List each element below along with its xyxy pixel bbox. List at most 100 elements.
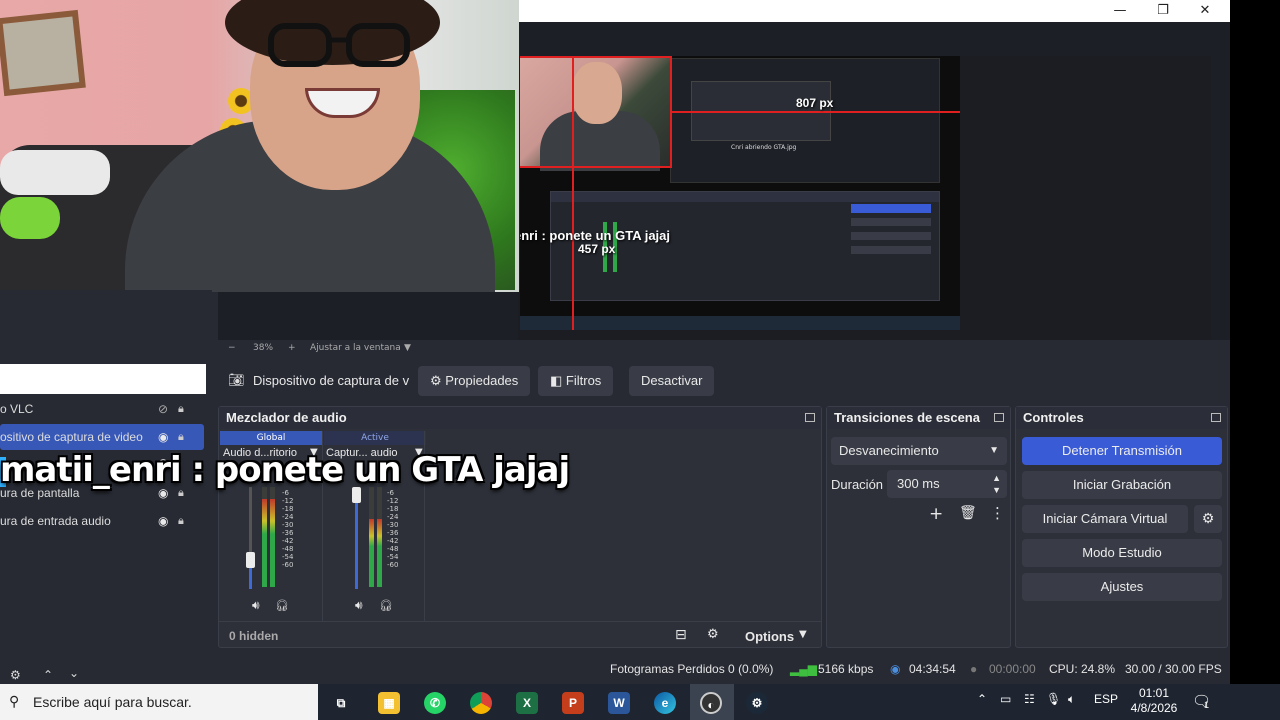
- audio-meter-level: [377, 519, 382, 587]
- preview-face: [572, 62, 622, 124]
- trash-icon[interactable]: 🗑︎: [959, 505, 977, 521]
- duration-input[interactable]: 300 ms ▲ ▼: [887, 470, 1007, 498]
- fit-window-option[interactable]: Ajustar a la ventana: [310, 343, 401, 353]
- chevron-down-icon[interactable]: ⌄: [69, 666, 79, 680]
- excel-icon[interactable]: X: [516, 692, 538, 714]
- broadcast-icon: ◉: [890, 662, 901, 676]
- clock[interactable]: 01:01 4/8/2026: [1130, 686, 1178, 716]
- eye-icon[interactable]: ◉: [158, 514, 172, 528]
- float-dock-icon[interactable]: [994, 413, 1004, 422]
- transitions-title: Transiciones de escena: [827, 407, 1010, 429]
- screen-edge: [1230, 0, 1280, 684]
- chevron-up-icon[interactable]: ⌃: [977, 692, 987, 706]
- bitrate: 5166 kbps: [818, 662, 874, 676]
- filters-button[interactable]: ◧ Filtros: [538, 366, 614, 396]
- duration-label: Duración: [831, 477, 884, 492]
- source-label: ura de entrada audio: [0, 514, 111, 528]
- source-item-audio-input[interactable]: ura de entrada audio ◉ 🔒︎: [0, 508, 204, 534]
- mixer-tab-active[interactable]: Active: [324, 431, 426, 445]
- chrome-icon[interactable]: [470, 692, 492, 714]
- settings-button[interactable]: Ajustes: [1022, 573, 1222, 601]
- preview-screen-capture[interactable]: Cnri abriendo GTA.jpg: [670, 58, 940, 183]
- gear-icon[interactable]: ⚙: [10, 668, 21, 682]
- zoom-in-button[interactable]: +: [288, 343, 296, 353]
- microphone-icon[interactable]: 🎙︎: [1046, 692, 1061, 706]
- chevron-down-icon: ▼: [989, 445, 999, 456]
- network-icon[interactable]: ▭: [1000, 692, 1011, 706]
- title-bar: — ❐ ✕: [517, 0, 1230, 22]
- eye-hidden-icon[interactable]: ⊘: [158, 402, 172, 416]
- store-icon[interactable]: ▦: [378, 692, 400, 714]
- nested-stop-button: [851, 204, 931, 213]
- lock-icon[interactable]: 🔒︎: [178, 430, 192, 444]
- nested-toolbar: [551, 192, 939, 202]
- deactivate-button[interactable]: Desactivar: [629, 366, 715, 396]
- stop-streaming-button[interactable]: Detener Transmisión: [1022, 437, 1222, 465]
- sources-filter-bar[interactable]: [0, 364, 206, 394]
- transition-select[interactable]: Desvanecimiento ▼: [831, 437, 1007, 465]
- gear-icon[interactable]: ⚙: [707, 627, 719, 642]
- studio-mode-button[interactable]: Modo Estudio: [1022, 539, 1222, 567]
- chevron-up-icon[interactable]: ⌃: [43, 668, 53, 682]
- start-recording-button[interactable]: Iniciar Grabación: [1022, 471, 1222, 499]
- guide-line-horizontal: [520, 166, 672, 168]
- task-view-icon[interactable]: ⧉: [330, 692, 352, 714]
- gear-icon: ⚙: [1201, 511, 1215, 527]
- nested-label: Cnri abriendo GTA.jpg: [731, 144, 797, 151]
- source-item-vlc[interactable]: o VLC ⊘ 🔒︎: [0, 396, 204, 422]
- float-dock-icon[interactable]: [1211, 413, 1221, 422]
- preview-chat-text: enri : ponete un GTA jajaj: [520, 228, 671, 243]
- chevron-down-icon[interactable]: ▼: [799, 629, 807, 640]
- pillow: [0, 150, 110, 195]
- obs-icon[interactable]: ◐: [700, 692, 722, 714]
- minimize-button[interactable]: —: [1100, 1, 1140, 21]
- word-icon[interactable]: W: [608, 692, 630, 714]
- audio-meter-level: [369, 519, 374, 587]
- eye-icon[interactable]: ◉: [158, 430, 172, 444]
- chevron-down-icon[interactable]: ▼: [404, 343, 411, 353]
- preview-scene[interactable]: Cnri abriendo GTA.jpg 807 px 457 px enri…: [520, 56, 960, 330]
- virtual-camera-settings-button[interactable]: ⚙: [1194, 505, 1222, 533]
- maximize-button[interactable]: ❐: [1143, 1, 1183, 21]
- headphones-icon[interactable]: 🎧︎: [275, 599, 289, 612]
- edge-icon[interactable]: e: [654, 692, 676, 714]
- headphones-icon[interactable]: 🎧︎: [379, 599, 393, 612]
- close-button[interactable]: ✕: [1185, 1, 1225, 21]
- audio-meter-level: [270, 499, 275, 587]
- language-indicator[interactable]: ESP: [1094, 692, 1118, 706]
- signal-icon: ▂▄▆: [790, 662, 817, 676]
- properties-button[interactable]: ⚙ Propiedades: [418, 366, 531, 396]
- volume-slider-handle[interactable]: [246, 552, 255, 568]
- audio-mixer-title: Mezclador de audio: [219, 407, 821, 429]
- add-icon[interactable]: +: [929, 504, 943, 524]
- more-options-icon[interactable]: ⋮: [990, 504, 1005, 522]
- hidden-count: 0 hidden: [229, 629, 279, 643]
- speaker-icon[interactable]: 🔊︎: [252, 598, 260, 613]
- layout-icon[interactable]: ⊟: [675, 627, 687, 643]
- mixer-tab-global[interactable]: Global: [220, 431, 322, 445]
- options-button[interactable]: Options: [745, 629, 794, 644]
- preview-webcam-source[interactable]: [520, 56, 670, 171]
- camera-icon: 📷︎: [228, 373, 245, 388]
- lock-icon[interactable]: 🔒︎: [178, 514, 192, 528]
- zoom-out-button[interactable]: −: [228, 343, 236, 353]
- steam-icon[interactable]: ⚙: [746, 692, 768, 714]
- nested-button: [851, 246, 931, 254]
- start-virtual-camera-button[interactable]: Iniciar Cámara Virtual: [1022, 505, 1188, 533]
- lock-icon[interactable]: 🔒︎: [178, 402, 192, 416]
- guide-line-vertical: [572, 56, 574, 330]
- gear-icon: ⚙: [430, 373, 446, 388]
- taskbar-search[interactable]: ⚲ Escribe aquí para buscar.: [0, 684, 318, 720]
- time: 01:01: [1138, 686, 1170, 700]
- volume-icon[interactable]: 🔈︎: [1068, 692, 1075, 707]
- meter-scale: -6 -12 -18 -24 -30 -36 -42 -48 -54 -60: [282, 489, 294, 569]
- zoom-value: 38%: [253, 343, 274, 353]
- float-dock-icon[interactable]: [805, 413, 815, 422]
- source-item-video-capture[interactable]: ositivo de captura de video ◉ 🔒︎: [0, 424, 204, 450]
- powerpoint-icon[interactable]: P: [562, 692, 584, 714]
- source-label: ositivo de captura de video: [0, 430, 143, 444]
- speaker-icon[interactable]: 🔊︎: [355, 598, 363, 613]
- people-icon[interactable]: ☷: [1024, 692, 1035, 706]
- whatsapp-icon[interactable]: ✆: [424, 692, 446, 714]
- dropped-frames: Fotogramas Perdidos 0 (0.0%): [610, 662, 774, 676]
